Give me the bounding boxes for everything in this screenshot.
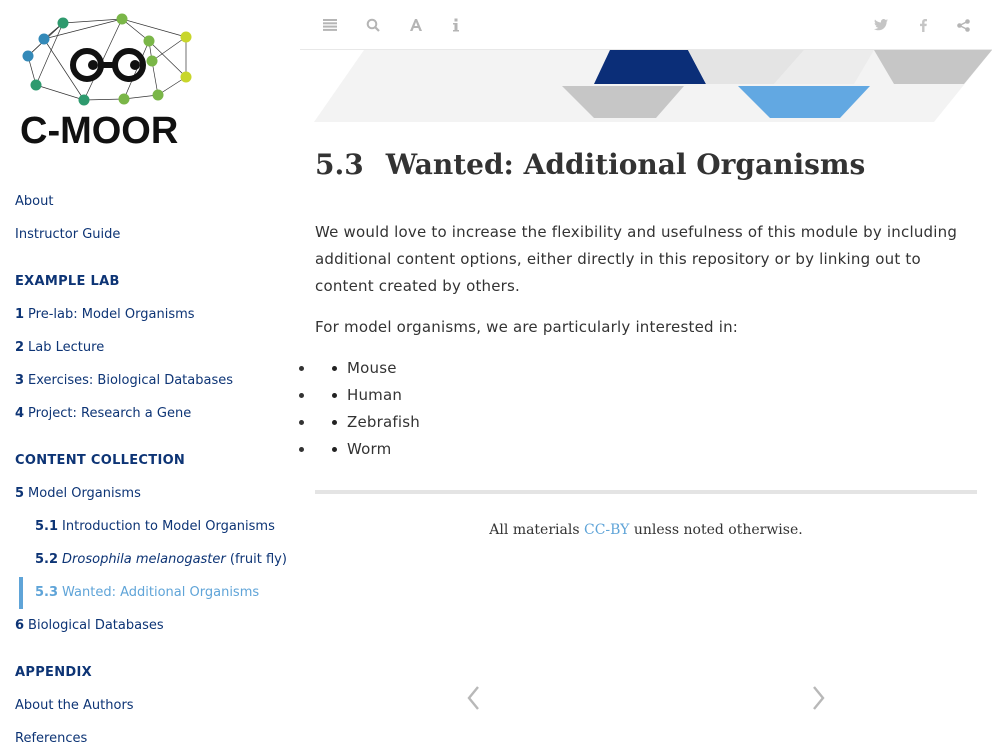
previous-page-icon[interactable]	[464, 683, 484, 713]
menu-icon[interactable]	[319, 14, 341, 36]
toc-about[interactable]: About	[15, 193, 53, 211]
organism-list: Mouse Human Zebrafish Worm	[315, 355, 420, 463]
share-icon[interactable]	[952, 14, 974, 36]
toc-instructor-guide-label: Instructor Guide	[15, 227, 121, 242]
next-page-icon[interactable]	[808, 683, 828, 713]
license-suffix: unless noted otherwise.	[629, 522, 803, 538]
toc-chapter-3[interactable]: 3 Exercises: Biological Databases	[15, 372, 233, 390]
list-item: Human	[315, 382, 420, 409]
chapter-label: Exercises: Biological Databases	[28, 373, 233, 388]
toc-about-authors[interactable]: About the Authors	[15, 697, 134, 715]
chapter-number: 3	[15, 373, 25, 388]
toc-chapter-5[interactable]: 5 Model Organisms	[15, 485, 141, 503]
chapter-number: 5	[15, 486, 25, 501]
chapter-label: Model Organisms	[28, 486, 141, 501]
chapter-number: 6	[15, 618, 25, 633]
toc-references-label: References	[15, 731, 88, 744]
toc-chapter-4[interactable]: 4 Project: Research a Gene	[15, 405, 191, 423]
toc-section-5-3[interactable]: 5.3 Wanted: Additional Organisms	[35, 584, 259, 602]
section-number: 5.2	[35, 552, 59, 567]
decorative-banner	[314, 50, 992, 122]
chapter-label: Pre-lab: Model Organisms	[28, 307, 195, 322]
toc-chapter-1[interactable]: 1 Pre-lab: Model Organisms	[15, 306, 195, 324]
toc-header-example-lab: EXAMPLE LAB	[15, 274, 120, 289]
section-number: 5.3	[35, 585, 59, 600]
section-label: Introduction to Model Organisms	[62, 519, 275, 534]
search-icon[interactable]	[362, 14, 384, 36]
chapter-label: Lab Lecture	[28, 340, 105, 355]
chapter-number: 1	[15, 307, 25, 322]
toc-chapter-2[interactable]: 2 Lab Lecture	[15, 339, 104, 357]
section-number: 5.1	[35, 519, 59, 534]
license-note: All materials CC-BY unless noted otherwi…	[315, 522, 977, 538]
toc-about-label: About	[15, 194, 54, 209]
toc-about-authors-label: About the Authors	[15, 698, 134, 713]
cc-by-link[interactable]: CC-BY	[584, 522, 629, 538]
list-item: Mouse	[315, 355, 420, 382]
species-name: Drosophila melanogaster	[62, 552, 226, 567]
font-icon[interactable]	[405, 14, 427, 36]
divider	[315, 490, 977, 494]
chapter-number: 4	[15, 406, 25, 421]
active-section-indicator	[19, 577, 23, 609]
interest-paragraph: For model organisms, we are particularly…	[315, 318, 739, 336]
network-logo-graphic: C-MOOR	[20, 13, 192, 152]
info-icon[interactable]	[445, 14, 467, 36]
page-title: 5.3 Wanted: Additional Organisms	[315, 148, 865, 181]
book-toolbar	[300, 0, 992, 50]
c-moor-logo[interactable]: C-MOOR	[15, 10, 210, 155]
facebook-icon[interactable]	[912, 14, 934, 36]
logo-wordmark: C-MOOR	[20, 110, 178, 152]
twitter-icon[interactable]	[870, 14, 892, 36]
list-item: Zebrafish	[315, 409, 420, 436]
sidebar: C-MOOR About Instructor Guide EXAMPLE LA…	[0, 0, 300, 744]
license-prefix: All materials	[489, 522, 584, 538]
toc-references[interactable]: References	[15, 730, 87, 744]
toc-header-appendix: APPENDIX	[15, 665, 92, 680]
chapter-label: Biological Databases	[28, 618, 164, 633]
chapter-number: 2	[15, 340, 25, 355]
intro-paragraph: We would love to increase the flexibilit…	[315, 223, 958, 295]
chapter-label: Project: Research a Gene	[28, 406, 192, 421]
section-label: (fruit fly)	[225, 552, 287, 567]
toc-section-5-1[interactable]: 5.1 Introduction to Model Organisms	[35, 518, 275, 536]
toc-header-content-collection: CONTENT COLLECTION	[15, 453, 186, 468]
section-number: 5.3	[315, 148, 364, 181]
toc-chapter-6[interactable]: 6 Biological Databases	[15, 617, 164, 635]
list-item: Worm	[315, 436, 420, 463]
toc-section-5-2[interactable]: 5.2 Drosophila melanogaster (fruit fly)	[35, 551, 287, 569]
section-label: Wanted: Additional Organisms	[62, 585, 260, 600]
section-title-text: Wanted: Additional Organisms	[385, 148, 866, 181]
toc-instructor-guide[interactable]: Instructor Guide	[15, 226, 120, 244]
